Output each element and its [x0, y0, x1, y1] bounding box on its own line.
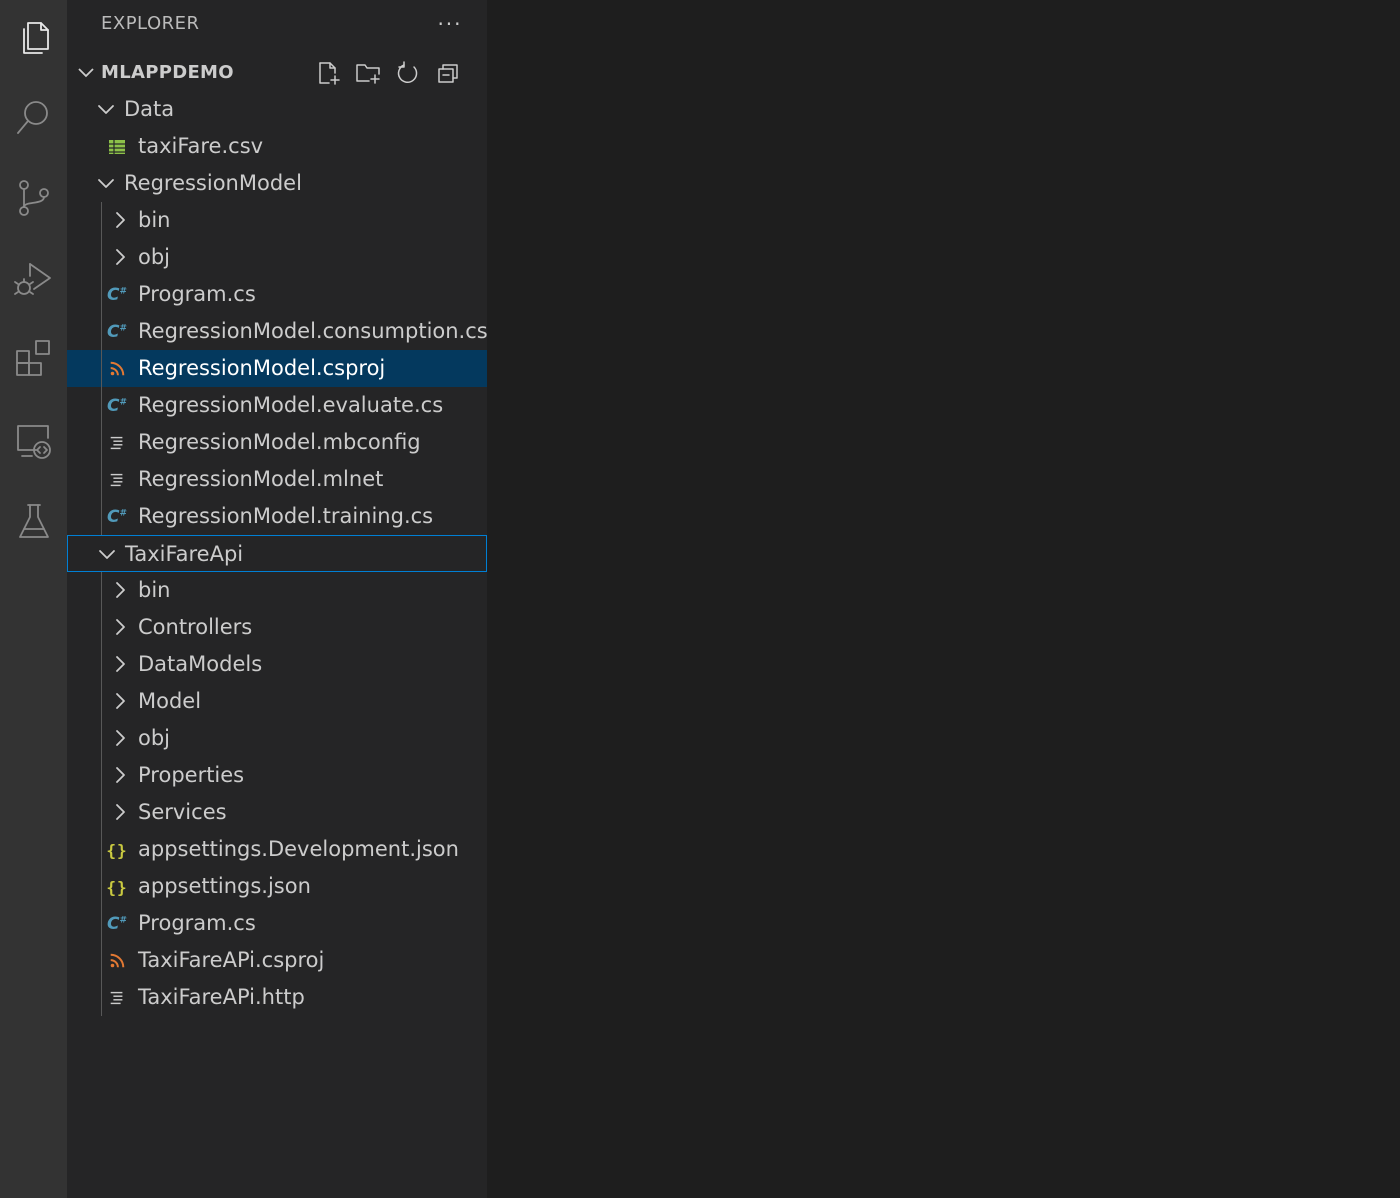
tree-file-row[interactable]: C# RegressionModel.consumption.cs — [67, 313, 488, 350]
csharp-file-icon: C# — [106, 507, 128, 527]
tree-file-row[interactable]: TaxiFareAPi.csproj — [67, 942, 487, 979]
tree-folder-row[interactable]: RegressionModel — [67, 165, 487, 202]
tree-folder-row[interactable]: Data — [67, 91, 487, 128]
json-file-icon: {} — [106, 840, 128, 860]
tree-item-label: RegressionModel.mbconfig — [138, 430, 421, 454]
tree-folder-row[interactable]: TaxiFareApi — [67, 535, 487, 572]
csharp-file-icon: C# — [106, 914, 128, 934]
testing-icon[interactable] — [0, 480, 67, 562]
tree-item-label: DataModels — [138, 652, 263, 676]
tree-item-label: TaxiFareAPi.http — [138, 985, 305, 1009]
tree-file-row[interactable]: RegressionModel.mlnet — [67, 461, 487, 498]
csharp-file-icon: C# — [106, 396, 128, 416]
tree-file-row[interactable]: RegressionModel.csproj — [67, 350, 487, 387]
workspace-section-header[interactable]: MLAPPDEMO — [67, 54, 487, 91]
tree-item-label: Data — [124, 97, 175, 121]
chevron-right-icon — [111, 729, 129, 747]
tree-item-label: Program.cs — [138, 282, 256, 306]
new-file-icon[interactable] — [313, 58, 343, 88]
tree-item-label: Controllers — [138, 615, 253, 639]
tree-file-row[interactable]: C# RegressionModel.evaluate.cs — [67, 387, 487, 424]
source-control-icon[interactable] — [0, 156, 67, 238]
refresh-icon[interactable] — [393, 58, 423, 88]
chevron-right-icon — [111, 581, 129, 599]
tree-item-label: Properties — [138, 763, 245, 787]
tree-item-label: TaxiFareApi — [125, 542, 244, 566]
text-file-icon — [106, 469, 128, 491]
tree-folder-row[interactable]: bin — [67, 572, 487, 609]
tree-file-row[interactable]: C# RegressionModel.training.cs — [67, 498, 487, 535]
tree-folder-row[interactable]: Controllers — [67, 609, 487, 646]
chevron-down-icon — [97, 100, 115, 118]
extensions-icon[interactable] — [0, 318, 67, 400]
chevron-right-icon — [111, 766, 129, 784]
tree-file-row[interactable]: {} appsettings.json — [67, 868, 487, 905]
tree-file-row[interactable]: taxiFare.csv — [67, 128, 487, 165]
indent-guide — [101, 202, 102, 535]
indent-guide — [101, 572, 102, 1016]
rss-file-icon — [106, 358, 128, 380]
tree-item-label: Services — [138, 800, 227, 824]
csharp-file-icon: C# — [106, 322, 128, 342]
tree-folder-row[interactable]: DataModels — [67, 646, 487, 683]
tree-file-row[interactable]: {} appsettings.Development.json — [67, 831, 487, 868]
tree-item-label: RegressionModel — [124, 171, 302, 195]
tree-file-row[interactable]: TaxiFareAPi.http — [67, 979, 487, 1016]
tree-item-label: RegressionModel.consumption.cs — [138, 319, 488, 343]
tree-item-label: RegressionModel.training.cs — [138, 504, 434, 528]
tree-item-label: bin — [138, 578, 171, 602]
tree-item-label: Program.cs — [138, 911, 256, 935]
tree-item-label: Model — [138, 689, 202, 713]
search-icon[interactable] — [0, 76, 67, 158]
chevron-right-icon — [111, 655, 129, 673]
tree-folder-row[interactable]: obj — [67, 720, 487, 757]
tree-folder-row[interactable]: bin — [67, 202, 487, 239]
explorer-sidebar: EXPLORER ··· MLAPPDEMO Data taxiFare.csv R… — [67, 0, 488, 1198]
tree-folder-row[interactable]: Properties — [67, 757, 487, 794]
tree-item-label: appsettings.Development.json — [138, 837, 459, 861]
rss-file-icon — [106, 950, 128, 972]
tree-item-label: RegressionModel.csproj — [138, 356, 386, 380]
tree-folder-row[interactable]: obj — [67, 239, 487, 276]
tree-folder-row[interactable]: Services — [67, 794, 487, 831]
chevron-right-icon — [111, 803, 129, 821]
run-debug-icon[interactable] — [0, 237, 67, 319]
workspace-actions — [313, 58, 463, 88]
chevron-down-icon — [77, 63, 95, 81]
chevron-right-icon — [111, 211, 129, 229]
more-actions-icon[interactable]: ··· — [435, 8, 465, 40]
collapse-all-icon[interactable] — [433, 58, 463, 88]
tree-item-label: TaxiFareAPi.csproj — [138, 948, 325, 972]
workspace-name: MLAPPDEMO — [101, 62, 234, 83]
chevron-down-icon — [98, 545, 116, 563]
tree-file-row[interactable]: RegressionModel.mbconfig — [67, 424, 487, 461]
tree-item-label: taxiFare.csv — [138, 134, 264, 158]
chevron-right-icon — [111, 248, 129, 266]
explorer-title: EXPLORER — [101, 13, 200, 34]
editor-area — [487, 0, 1400, 1198]
chevron-right-icon — [111, 618, 129, 636]
remote-explorer-icon[interactable] — [0, 399, 67, 481]
tree-file-row[interactable]: C# Program.cs — [67, 905, 487, 942]
chevron-down-icon — [97, 174, 115, 192]
tree-item-label: RegressionModel.evaluate.cs — [138, 393, 444, 417]
new-folder-icon[interactable] — [353, 58, 383, 88]
json-file-icon: {} — [106, 877, 128, 897]
activity-bar — [0, 0, 67, 1198]
tree-item-label: RegressionModel.mlnet — [138, 467, 384, 491]
csharp-file-icon: C# — [106, 285, 128, 305]
tree-item-label: obj — [138, 245, 171, 269]
csv-file-icon — [106, 136, 128, 158]
tree-folder-row[interactable]: Model — [67, 683, 487, 720]
text-file-icon — [106, 432, 128, 454]
chevron-right-icon — [111, 692, 129, 710]
explorer-header: EXPLORER ··· — [67, 0, 487, 50]
tree-file-row[interactable]: C# Program.cs — [67, 276, 487, 313]
tree-item-label: bin — [138, 208, 171, 232]
explorer-icon[interactable] — [0, 0, 67, 78]
tree-item-label: obj — [138, 726, 171, 750]
text-file-icon — [106, 987, 128, 1009]
tree-item-label: appsettings.json — [138, 874, 311, 898]
